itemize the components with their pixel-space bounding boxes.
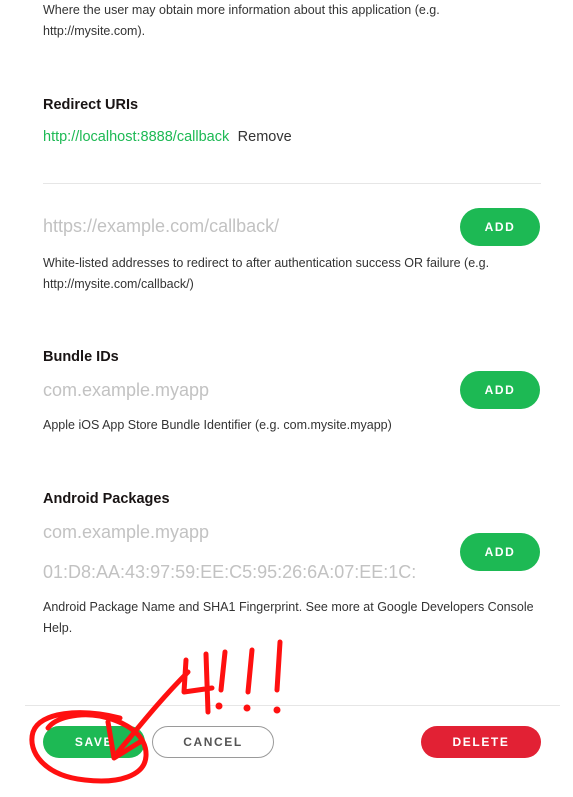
redirect-uri-row: http://localhost:8888/callback Remove — [43, 128, 292, 146]
bundle-ids-help-text: Apple iOS App Store Bundle Identifier (e… — [43, 418, 392, 432]
website-help-text: Where the user may obtain more informati… — [43, 3, 440, 38]
redirect-uris-title: Redirect URIs — [43, 97, 139, 113]
redirect-uri-input[interactable] — [43, 214, 443, 238]
add-android-package-button[interactable]: ADD — [460, 533, 540, 571]
android-package-name-input[interactable] — [43, 520, 443, 544]
android-sha1-fingerprint-input[interactable] — [43, 560, 451, 584]
divider — [43, 183, 541, 184]
digit-four-scribble — [181, 651, 215, 715]
android-packages-title: Android Packages — [43, 491, 170, 507]
redirect-uris-help-text: White-listed addresses to redirect to af… — [43, 256, 490, 291]
redirect-uri-link[interactable]: http://localhost:8888/callback — [43, 129, 229, 145]
add-bundle-id-button[interactable]: ADD — [460, 371, 540, 409]
exclamation-3-scribble — [274, 639, 283, 693]
footer-divider — [25, 705, 560, 706]
remove-redirect-uri-link[interactable]: Remove — [238, 129, 292, 145]
bundle-ids-title: Bundle IDs — [43, 349, 119, 365]
exclamation-2-scribble — [245, 647, 255, 695]
exclamation-dot-3 — [273, 706, 281, 714]
bundle-id-input[interactable] — [43, 378, 443, 402]
add-redirect-uri-button[interactable]: ADD — [460, 208, 540, 246]
save-button[interactable]: SAVE — [43, 726, 145, 758]
app-settings-page: Where the user may obtain more informati… — [0, 0, 573, 797]
exclamation-dot-1 — [215, 702, 223, 710]
delete-button[interactable]: DELETE — [421, 726, 541, 758]
cancel-button[interactable]: CANCEL — [152, 726, 274, 758]
android-packages-help-text: Android Package Name and SHA1 Fingerprin… — [43, 600, 534, 635]
exclamation-1-scribble — [218, 649, 228, 693]
